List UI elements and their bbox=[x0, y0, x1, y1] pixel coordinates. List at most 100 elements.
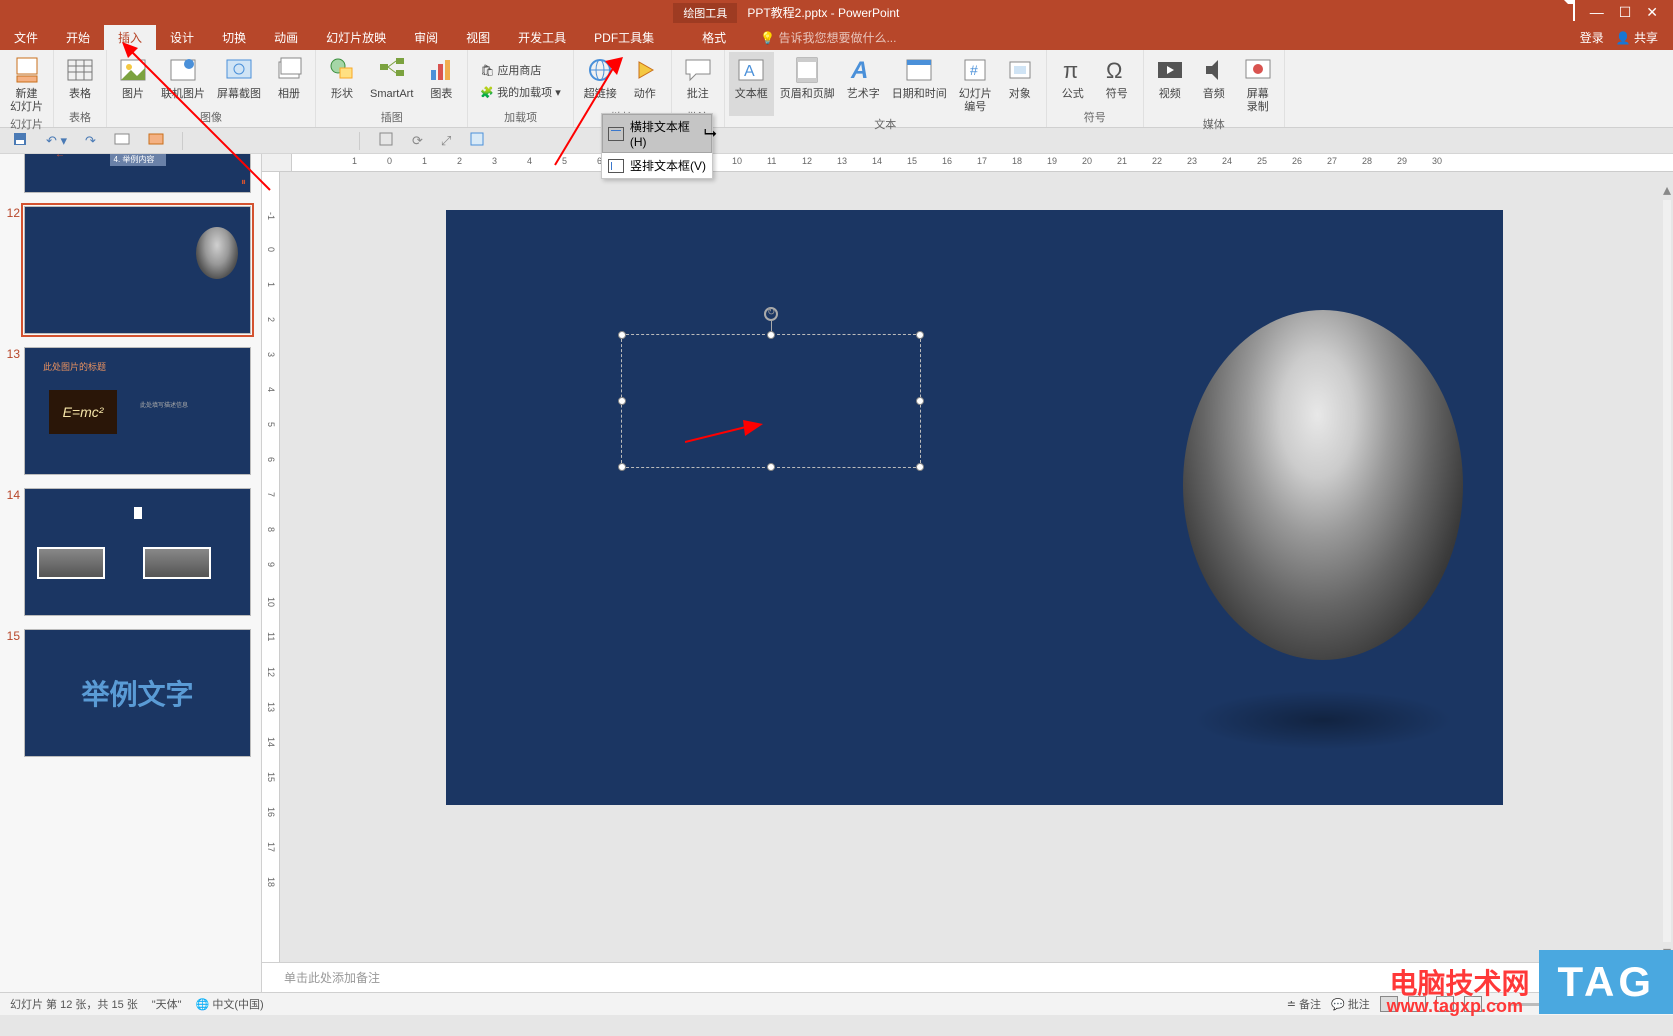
horizontal-ruler[interactable]: 1012345678910111213141516171819202122232… bbox=[292, 154, 1673, 172]
qat-extra-4[interactable] bbox=[469, 131, 485, 150]
menu-slideshow[interactable]: 幻灯片放映 bbox=[312, 25, 400, 50]
smartart-button[interactable]: SmartArt bbox=[364, 52, 419, 109]
date-time-button[interactable]: 日期和时间 bbox=[886, 52, 953, 116]
resize-handle[interactable] bbox=[618, 331, 626, 339]
object-button[interactable]: 对象 bbox=[998, 52, 1042, 116]
resize-handle[interactable] bbox=[916, 397, 924, 405]
resize-handle[interactable] bbox=[618, 463, 626, 471]
slide-number-button[interactable]: #幻灯片 编号 bbox=[953, 52, 998, 116]
album-icon bbox=[273, 54, 305, 86]
table-button[interactable]: 表格 bbox=[58, 52, 102, 109]
menu-file[interactable]: 文件 bbox=[0, 25, 52, 50]
group-media-label: 媒体 bbox=[1148, 116, 1280, 134]
action-button[interactable]: 动作 bbox=[623, 52, 667, 109]
qat-slideshow-icon[interactable] bbox=[114, 131, 130, 150]
close-icon[interactable]: ✕ bbox=[1646, 4, 1658, 21]
shapes-button[interactable]: 形状 bbox=[320, 52, 364, 109]
wordart-button[interactable]: A艺术字 bbox=[841, 52, 886, 116]
picture-icon bbox=[117, 54, 149, 86]
qat-undo-icon[interactable]: ↶ ▾ bbox=[46, 133, 67, 149]
equation-button[interactable]: π公式 bbox=[1051, 52, 1095, 109]
qat-extra-3[interactable]: ⤢ bbox=[441, 133, 451, 149]
screenshot-icon bbox=[223, 54, 255, 86]
audio-button[interactable]: 音频 bbox=[1192, 52, 1236, 116]
header-footer-button[interactable]: 页眉和页脚 bbox=[774, 52, 841, 116]
minimize-icon[interactable]: — bbox=[1590, 4, 1604, 21]
einstein-image[interactable] bbox=[1183, 310, 1463, 660]
comment-icon bbox=[682, 54, 714, 86]
slide-thumbnail-14[interactable] bbox=[24, 488, 251, 616]
new-slide-icon bbox=[11, 54, 43, 86]
ribbon-options-icon[interactable] bbox=[1573, 4, 1575, 21]
group-text-label: 文本 bbox=[729, 116, 1042, 134]
hyperlink-button[interactable]: 超链接 bbox=[578, 52, 623, 109]
qat-extra-1[interactable] bbox=[378, 131, 394, 150]
menu-pdf[interactable]: PDF工具集 bbox=[580, 25, 668, 50]
my-addins-button[interactable]: 🧩 我的加载项 ▾ bbox=[480, 84, 560, 100]
mouse-cursor: ⮡ bbox=[704, 125, 717, 143]
group-addins-label: 加载项 bbox=[472, 109, 568, 127]
equation-icon: π bbox=[1057, 54, 1089, 86]
status-notes-button[interactable]: ≐ 备注 bbox=[1287, 996, 1321, 1012]
action-icon bbox=[629, 54, 661, 86]
status-theme: "天体" bbox=[152, 996, 182, 1012]
store-button[interactable]: 🛍 应用商店 bbox=[480, 62, 560, 78]
slide-number-icon: # bbox=[959, 54, 991, 86]
watermark: 电脑技术网 www.tagxp.com TAG bbox=[1389, 950, 1673, 1014]
menu-view[interactable]: 视图 bbox=[452, 25, 504, 50]
qat-redo-icon[interactable]: ↷ bbox=[85, 133, 96, 149]
slide-canvas[interactable] bbox=[446, 210, 1503, 805]
screen-recording-button[interactable]: 屏幕 录制 bbox=[1236, 52, 1280, 116]
slide-thumbnail-12[interactable] bbox=[24, 206, 251, 334]
maximize-icon[interactable]: ☐ bbox=[1619, 4, 1632, 21]
qat-slideshow-icon-2[interactable] bbox=[148, 131, 164, 150]
resize-handle[interactable] bbox=[618, 397, 626, 405]
album-button[interactable]: 相册 bbox=[267, 52, 311, 109]
slide-thumbnails-panel[interactable]: 2. 产品介绍 3. 举例内容 4. 举例内容 ← ⏸ 12 13 此处图片的标… bbox=[0, 154, 262, 992]
menu-format[interactable]: 格式 bbox=[688, 25, 740, 50]
svg-text:#: # bbox=[970, 62, 978, 78]
selected-textbox[interactable] bbox=[621, 334, 921, 468]
slide-thumbnail-15[interactable]: 举例文字 bbox=[24, 629, 251, 757]
login-link[interactable]: 登录 bbox=[1580, 29, 1604, 46]
menu-animations[interactable]: 动画 bbox=[260, 25, 312, 50]
status-language[interactable]: 🌐 中文(中国) bbox=[196, 996, 264, 1012]
menu-home[interactable]: 开始 bbox=[52, 25, 104, 50]
status-comments-button[interactable]: 💬 批注 bbox=[1331, 996, 1370, 1012]
smartart-icon bbox=[376, 54, 408, 86]
tell-me-search[interactable]: 💡 告诉我您想要做什么... bbox=[760, 29, 896, 46]
menu-design[interactable]: 设计 bbox=[156, 25, 208, 50]
menu-review[interactable]: 审阅 bbox=[400, 25, 452, 50]
table-icon bbox=[64, 54, 96, 86]
slide-thumbnail-13[interactable]: 此处图片的标题 E=mc² 此处填写描述信息 bbox=[24, 347, 251, 475]
menu-insert[interactable]: 插入 bbox=[104, 25, 156, 50]
screenshot-button[interactable]: 屏幕截图 bbox=[211, 52, 267, 109]
vertical-textbox-item[interactable]: 竖排文本框(V) bbox=[602, 153, 712, 178]
svg-text:Ω: Ω bbox=[1106, 58, 1122, 83]
horizontal-textbox-item[interactable]: 横排文本框(H) bbox=[602, 114, 712, 153]
rotation-handle[interactable] bbox=[764, 307, 778, 321]
video-button[interactable]: 视频 bbox=[1148, 52, 1192, 116]
share-button[interactable]: 👤 共享 bbox=[1616, 29, 1658, 46]
symbol-button[interactable]: Ω符号 bbox=[1095, 52, 1139, 109]
chart-button[interactable]: 图表 bbox=[419, 52, 463, 109]
textbox-button[interactable]: A文本框 bbox=[729, 52, 774, 116]
online-picture-button[interactable]: 联机图片 bbox=[155, 52, 211, 109]
comment-button[interactable]: 批注 bbox=[676, 52, 720, 109]
slide-thumbnail[interactable]: 2. 产品介绍 3. 举例内容 4. 举例内容 ← ⏸ bbox=[24, 154, 251, 193]
vertical-scrollbar[interactable]: ▴▾ bbox=[1661, 172, 1673, 962]
vertical-ruler[interactable]: -10123456789101112131415161718 bbox=[262, 172, 280, 962]
vertical-textbox-icon bbox=[608, 159, 624, 173]
resize-handle[interactable] bbox=[767, 463, 775, 471]
qat-extra-2[interactable]: ⟳ bbox=[412, 133, 423, 149]
menu-developer[interactable]: 开发工具 bbox=[504, 25, 580, 50]
hyperlink-icon bbox=[584, 54, 616, 86]
resize-handle[interactable] bbox=[916, 463, 924, 471]
resize-handle[interactable] bbox=[916, 331, 924, 339]
menu-transitions[interactable]: 切换 bbox=[208, 25, 260, 50]
picture-button[interactable]: 图片 bbox=[111, 52, 155, 109]
resize-handle[interactable] bbox=[767, 331, 775, 339]
new-slide-button[interactable]: 新建 幻灯片 bbox=[4, 52, 49, 116]
qat-save-icon[interactable] bbox=[12, 131, 28, 150]
slide-number: 13 bbox=[4, 347, 24, 475]
